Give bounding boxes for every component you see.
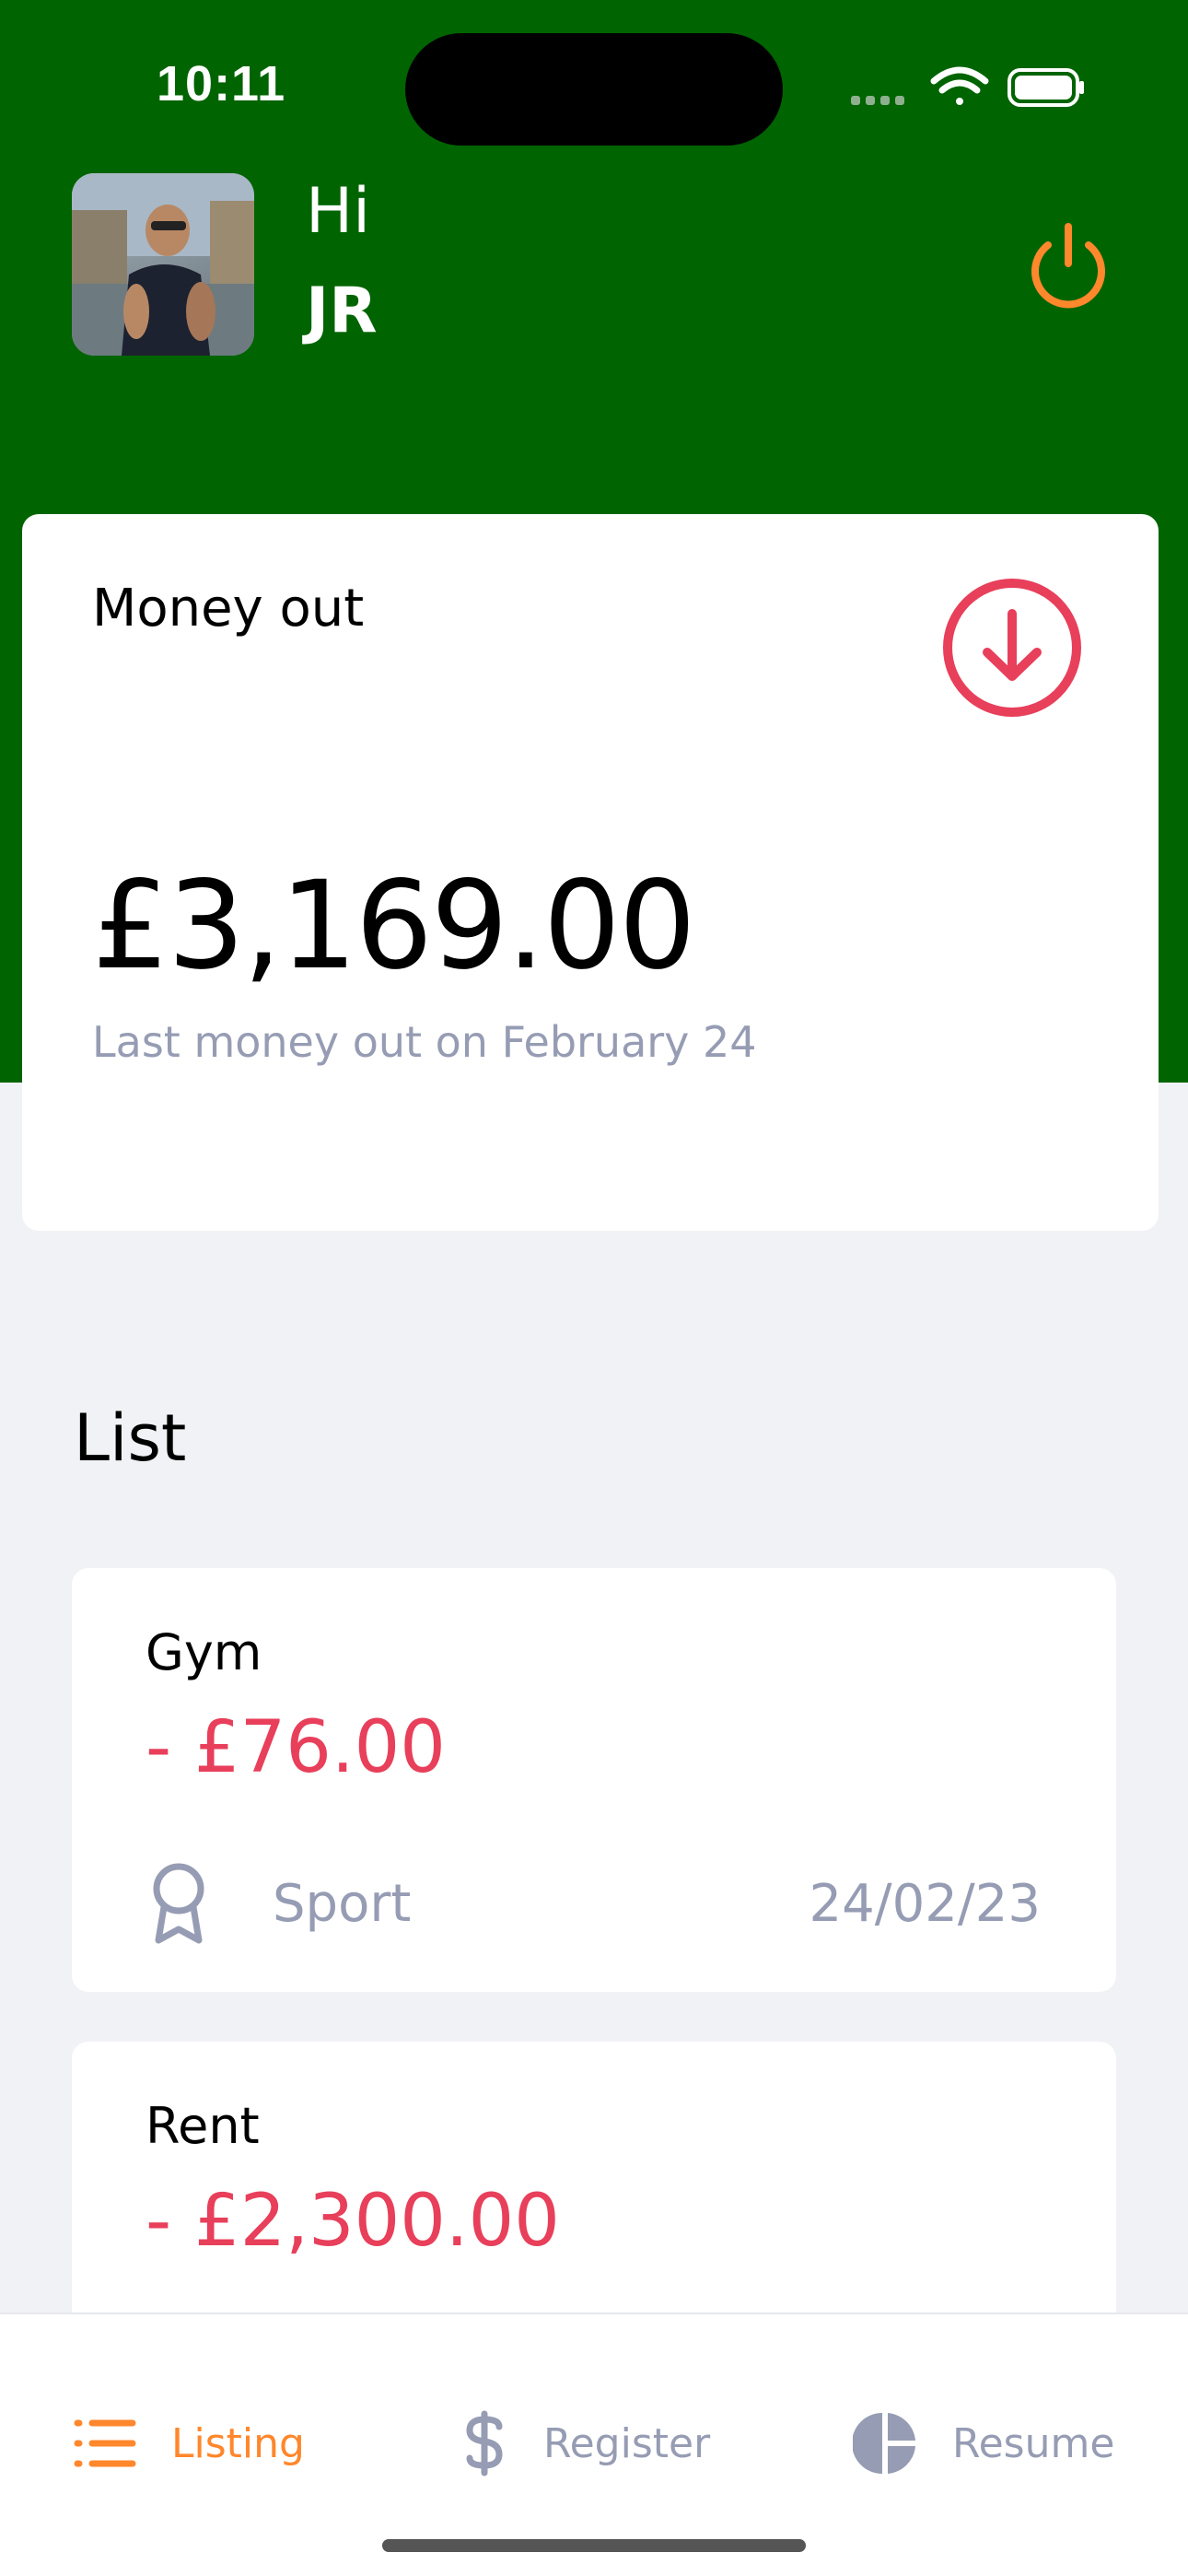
money-out-card: Money out £3,169.00 Last money out on Fe… bbox=[22, 514, 1159, 1231]
tab-label: Register bbox=[543, 2419, 711, 2467]
award-icon bbox=[153, 1863, 204, 1944]
list-icon bbox=[74, 2419, 136, 2467]
list-title: List bbox=[74, 1400, 187, 1476]
item-date: 24/02/23 bbox=[809, 1874, 1041, 1934]
greeting-text: Hi bbox=[306, 175, 371, 248]
tab-listing[interactable]: Listing bbox=[74, 2406, 305, 2480]
status-icons bbox=[851, 66, 1084, 107]
tab-label: Listing bbox=[171, 2419, 305, 2467]
item-name: Gym bbox=[146, 1623, 262, 1681]
battery-icon bbox=[1007, 68, 1084, 107]
arrow-down-circle-icon bbox=[943, 579, 1081, 717]
signal-icon bbox=[851, 96, 904, 105]
tab-resume[interactable]: Resume bbox=[853, 2406, 1114, 2480]
item-category: Sport bbox=[273, 1874, 412, 1934]
tab-register[interactable]: Register bbox=[460, 2406, 710, 2480]
card-subtitle: Last money out on February 24 bbox=[92, 1017, 757, 1067]
card-title: Money out bbox=[92, 579, 365, 638]
tab-bar: Listing Register Resume bbox=[0, 2313, 1188, 2576]
card-amount: £3,169.00 bbox=[92, 855, 696, 997]
avatar[interactable] bbox=[72, 173, 254, 356]
dollar-icon bbox=[466, 2410, 503, 2476]
user-name: JR bbox=[306, 275, 378, 347]
status-time: 10:11 bbox=[157, 56, 286, 111]
item-amount: - £76.00 bbox=[146, 1706, 446, 1789]
item-name: Rent bbox=[146, 2097, 260, 2155]
tab-label: Resume bbox=[952, 2419, 1115, 2467]
pie-chart-icon bbox=[853, 2413, 915, 2474]
dynamic-island bbox=[405, 33, 783, 146]
home-indicator bbox=[382, 2539, 806, 2552]
item-amount: - £2,300.00 bbox=[146, 2180, 560, 2263]
list-item[interactable]: Gym - £76.00 Sport 24/02/23 bbox=[72, 1568, 1116, 1992]
avatar-photo bbox=[72, 173, 254, 356]
power-icon[interactable] bbox=[1022, 221, 1114, 313]
wifi-icon bbox=[930, 66, 989, 105]
